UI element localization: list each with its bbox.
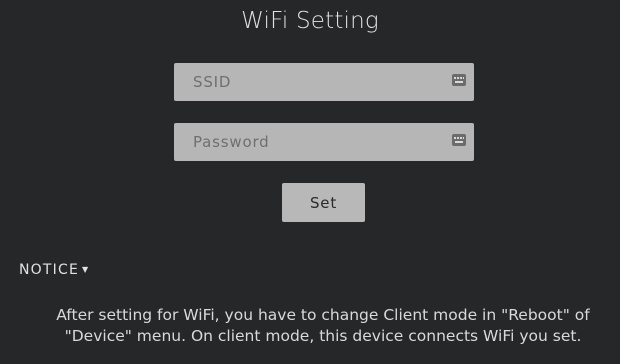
password-field[interactable]	[174, 123, 474, 161]
notice-line: After setting for WiFi, you have to chan…	[56, 306, 590, 324]
notice-line: "Device" menu. On client mode, this devi…	[64, 327, 582, 345]
set-button[interactable]: Set	[282, 183, 365, 222]
keyboard-icon[interactable]	[452, 134, 466, 146]
notice-label: NOTICE	[19, 262, 79, 278]
notice-text: After setting for WiFi, you have to chan…	[40, 305, 606, 347]
ssid-input[interactable]	[174, 63, 474, 101]
notice-toggle[interactable]: NOTICE ▼	[19, 262, 89, 278]
password-input[interactable]	[174, 123, 474, 161]
ssid-field[interactable]	[174, 63, 474, 101]
keyboard-icon[interactable]	[452, 74, 466, 86]
page-title: WiFi Setting	[241, 8, 379, 34]
caret-down-icon: ▼	[82, 265, 90, 274]
